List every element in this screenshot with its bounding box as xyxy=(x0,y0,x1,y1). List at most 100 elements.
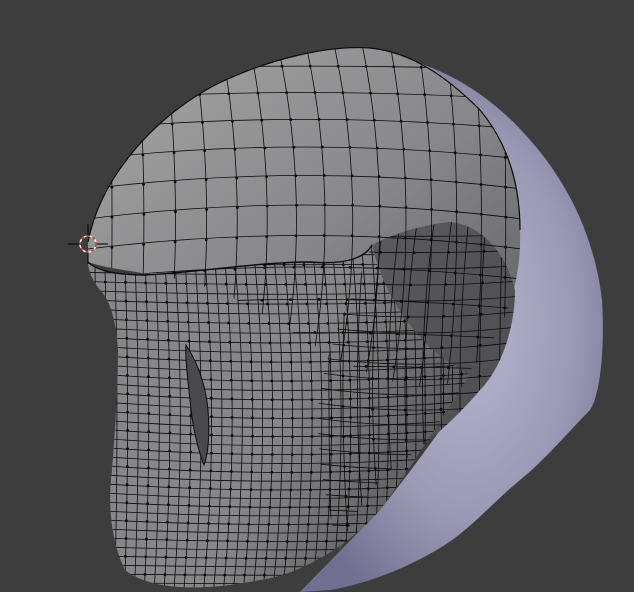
wire-vertex xyxy=(267,322,271,325)
wire-vertex xyxy=(142,212,146,216)
wire-vertex xyxy=(392,365,396,369)
wire-vertex xyxy=(235,206,239,209)
wire-vertex xyxy=(439,572,443,576)
wire-vertex xyxy=(285,540,289,543)
wire-vertex xyxy=(79,129,82,132)
wire-vertex xyxy=(385,339,388,343)
wire-vertex xyxy=(230,378,233,382)
wire-vertex xyxy=(186,521,190,525)
wire-vertex xyxy=(341,91,345,94)
wire-vertex xyxy=(173,240,177,244)
wire-vertex xyxy=(371,407,374,411)
wire-vertex xyxy=(288,341,292,345)
wire-vertex xyxy=(529,39,532,42)
wire-vertex xyxy=(322,174,326,177)
wire-vertex xyxy=(140,124,144,128)
wire-vertex xyxy=(478,343,482,347)
wire-vertex xyxy=(265,204,269,208)
wire-vertex xyxy=(230,434,234,437)
wire-vertex xyxy=(125,483,129,487)
wire-vertex xyxy=(79,399,82,402)
wire-vertex xyxy=(146,484,150,488)
wire-vertex xyxy=(504,185,507,189)
wire-vertex xyxy=(304,557,307,560)
wire-vertex xyxy=(403,378,407,382)
wire-vertex xyxy=(336,64,340,68)
wire-vertex xyxy=(344,539,348,543)
wire-vertex xyxy=(244,282,248,286)
wire-vertex xyxy=(205,208,209,211)
wire-vertex xyxy=(289,360,293,364)
wire-vertex xyxy=(402,267,406,271)
wire-vertex xyxy=(459,536,463,540)
wire-vertex xyxy=(84,572,87,575)
wire-vertex xyxy=(449,334,453,338)
wire-vertex xyxy=(349,452,352,456)
wire-vertex xyxy=(250,470,254,474)
wire-vertex xyxy=(203,149,207,153)
wire-vertex xyxy=(365,321,368,324)
wire-vertex xyxy=(243,573,247,577)
wire-vertex xyxy=(147,393,151,397)
wire-vertex xyxy=(341,374,345,378)
wire-vertex xyxy=(167,485,171,489)
wire-vertex xyxy=(84,317,87,320)
wire-vertex xyxy=(291,435,294,438)
wire-vertex xyxy=(378,250,382,254)
wire-vertex xyxy=(125,318,128,322)
wire-vertex xyxy=(323,282,327,286)
wire-vertex xyxy=(79,309,82,312)
wire-vertex xyxy=(348,145,352,149)
wire-vertex xyxy=(125,519,128,523)
wire-vertex xyxy=(226,302,229,305)
wire-vertex xyxy=(345,118,349,121)
wire-vertex xyxy=(183,573,187,577)
wire-vertex xyxy=(107,67,111,71)
wire-vertex xyxy=(126,392,129,396)
wire-vertex xyxy=(201,121,204,124)
wire-vertex xyxy=(428,149,432,153)
wire-vertex xyxy=(263,573,266,577)
wire-vertex xyxy=(189,432,193,436)
wire-vertex xyxy=(484,554,487,557)
wire-vertex xyxy=(204,238,208,242)
wire-vertex xyxy=(367,378,371,381)
wire-vertex xyxy=(209,451,213,455)
wire-vertex xyxy=(260,298,264,302)
wire-vertex xyxy=(369,91,372,95)
wire-vertex xyxy=(141,153,145,157)
scene-canvas[interactable] xyxy=(0,0,634,592)
wire-vertex xyxy=(364,365,368,368)
wire-vertex xyxy=(84,335,87,338)
wire-vertex xyxy=(235,176,239,180)
wire-vertex xyxy=(479,554,482,557)
wire-vertex xyxy=(323,203,327,207)
wire-vertex xyxy=(285,91,289,94)
wire-vertex xyxy=(79,279,82,282)
wire-vertex xyxy=(378,204,382,208)
wire-vertex xyxy=(231,119,234,123)
wire-vertex xyxy=(249,360,253,364)
wire-vertex xyxy=(343,282,346,286)
wire-vertex xyxy=(230,452,234,456)
wire-vertex xyxy=(405,467,408,471)
wire-vertex xyxy=(84,518,87,521)
wire-vertex xyxy=(266,540,269,543)
wire-vertex xyxy=(412,251,416,255)
wire-vertex xyxy=(348,378,352,382)
wire-vertex xyxy=(444,283,448,286)
3d-viewport[interactable] xyxy=(0,0,634,592)
wire-vertex xyxy=(326,321,330,325)
wire-vertex xyxy=(247,39,250,42)
wire-vertex xyxy=(403,408,407,412)
wire-vertex xyxy=(250,398,254,401)
wire-vertex xyxy=(377,235,381,239)
wire-vertex xyxy=(372,118,376,122)
wire-vertex xyxy=(479,312,483,316)
wire-vertex xyxy=(188,486,192,490)
wire-vertex xyxy=(189,450,193,454)
wire-vertex xyxy=(184,282,188,285)
wire-vertex xyxy=(266,302,269,306)
wire-vertex xyxy=(166,503,170,506)
wire-vertex xyxy=(375,146,379,150)
